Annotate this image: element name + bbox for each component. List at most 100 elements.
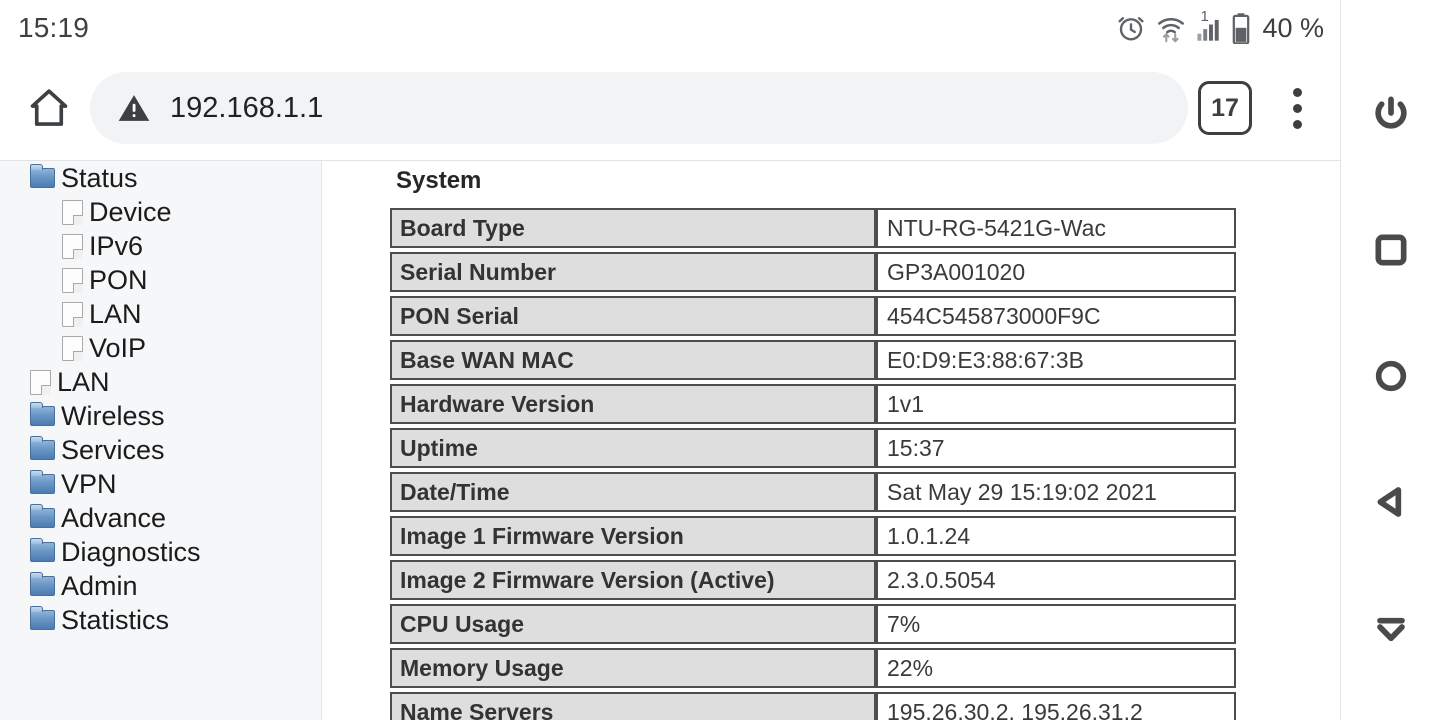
browser-toolbar: 192.168.1.1 17 [0,56,1340,160]
tab-switcher-button[interactable]: 17 [1198,81,1252,135]
table-row: Image 1 Firmware Version 1.0.1.24 [390,516,1236,556]
back-triangle-icon[interactable] [1341,460,1440,544]
home-icon[interactable] [16,75,82,141]
sidebar-item-advance[interactable]: Advance [0,501,321,535]
sidebar-item-label: LAN [89,298,142,329]
table-cell-value: 7% [876,604,1236,644]
sidebar-item-services[interactable]: Services [0,433,321,467]
url-bar[interactable]: 192.168.1.1 [90,72,1188,144]
table-row: CPU Usage 7% [390,604,1236,644]
page-icon [62,335,83,361]
recents-square-icon[interactable] [1341,208,1440,292]
folder-icon [30,402,55,426]
sidebar-item-wireless[interactable]: Wireless [0,399,321,433]
sidebar-item-label: Diagnostics [61,536,201,567]
not-secure-warning-icon[interactable] [116,90,152,126]
sidebar-item-label: Wireless [61,400,165,431]
menu-dot [1292,103,1302,113]
sidebar-item-label: IPv6 [89,230,144,261]
folder-icon [30,606,55,630]
table-row: Hardware Version 1v1 [390,384,1236,424]
sidebar-item-label: VoIP [89,332,147,363]
sidebar-item-vpn[interactable]: VPN [0,467,321,501]
table-row: Date/Time Sat May 29 15:19:02 2021 [390,472,1236,512]
table-row: Base WAN MAC E0:D9:E3:88:67:3B [390,340,1236,380]
table-row: PON Serial 454C545873000F9C [390,296,1236,336]
sidebar-item-lan[interactable]: LAN [0,297,321,331]
navigation-tree: Status Device IPv6 PON LAN VoIP LAN Wireless Ser… [0,161,322,720]
android-status-bar: 15:19 1 40 % [0,0,1340,56]
android-navigation-bar [1340,0,1440,720]
router-admin-page: Status Device IPv6 PON LAN VoIP LAN Wireless Ser… [0,161,1340,720]
table-row: Name Servers 195.26.30.2, 195.26.31.2 [390,692,1236,720]
folder-icon [30,572,55,596]
sidebar-item-voip[interactable]: VoIP [0,331,321,365]
table-cell-value: Sat May 29 15:19:02 2021 [876,472,1236,512]
table-cell-value: 195.26.30.2, 195.26.31.2 [876,692,1236,720]
folder-icon [30,164,55,188]
table-cell-key: Date/Time [390,472,876,512]
sidebar-item-label: Device [89,196,172,227]
table-cell-value: 1v1 [876,384,1236,424]
power-icon[interactable] [1341,72,1440,156]
url-text[interactable]: 192.168.1.1 [170,92,323,125]
table-cell-key: Memory Usage [390,648,876,688]
table-cell-key: Base WAN MAC [390,340,876,380]
status-clock: 15:19 [18,12,90,43]
sidebar-item-label: Advance [61,502,167,533]
sidebar-item-statistics[interactable]: Statistics [0,603,321,637]
web-page-viewport: Status Device IPv6 PON LAN VoIP LAN Wireless Ser… [0,160,1340,720]
page-title: System [396,167,482,194]
sidebar-item-label: Services [61,434,165,465]
table-cell-key: Name Servers [390,692,876,720]
folder-icon [30,470,55,494]
sidebar-item-admin[interactable]: Admin [0,569,321,603]
menu-dot [1292,119,1302,129]
sidebar-item-label: Status [61,162,138,193]
sidebar-item-pon[interactable]: PON [0,263,321,297]
alarm-icon [1116,13,1146,43]
table-row: Image 2 Firmware Version (Active) 2.3.0.5… [390,560,1236,600]
page-icon [62,233,83,259]
sidebar-item-ipv6[interactable]: IPv6 [0,229,321,263]
page-icon [62,301,83,327]
system-info-table: Board Type NTU-RG-5421G-Wac Serial Number G… [390,204,1236,720]
hide-navbar-chevron-icon[interactable] [1341,586,1440,670]
sidebar-item-label: LAN [57,366,110,397]
table-cell-value: GP3A001020 [876,252,1236,292]
table-cell-key: Image 2 Firmware Version (Active) [390,560,876,600]
sidebar-item-diagnostics[interactable]: Diagnostics [0,535,321,569]
table-cell-value: E0:D9:E3:88:67:3B [876,340,1236,380]
home-circle-icon[interactable] [1341,334,1440,418]
table-cell-value: NTU-RG-5421G-Wac [876,208,1236,248]
sidebar-item-status[interactable]: Status [0,161,321,195]
wifi-icon [1156,13,1186,43]
battery-icon [1232,12,1250,44]
sidebar-item-lan[interactable]: LAN [0,365,321,399]
sidebar-item-label: VPN [61,468,117,499]
table-cell-key: PON Serial [390,296,876,336]
signal-slot-label: 1 [1200,8,1209,25]
table-cell-value: 2.3.0.5054 [876,560,1236,600]
table-cell-key: Serial Number [390,252,876,292]
table-cell-value: 1.0.1.24 [876,516,1236,556]
sidebar-item-device[interactable]: Device [0,195,321,229]
table-cell-key: Hardware Version [390,384,876,424]
overflow-menu-icon[interactable] [1274,77,1320,139]
main-content: System Board Type NTU-RG-5421G-Wac Serial … [322,161,1340,720]
sidebar-item-label: Admin [61,570,138,601]
table-cell-key: Board Type [390,208,876,248]
menu-dot [1292,87,1302,97]
battery-percent-label: 40 % [1262,12,1324,43]
table-row: Uptime 15:37 [390,428,1236,468]
cellular-signal-icon: 1 [1196,8,1222,43]
table-row: Board Type NTU-RG-5421G-Wac [390,208,1236,248]
status-icon-group: 1 40 % [1116,8,1324,44]
table-cell-key: Uptime [390,428,876,468]
page-icon [62,199,83,225]
table-cell-key: CPU Usage [390,604,876,644]
folder-icon [30,504,55,528]
page-icon [30,369,51,395]
sidebar-item-label: PON [89,264,148,295]
folder-icon [30,538,55,562]
